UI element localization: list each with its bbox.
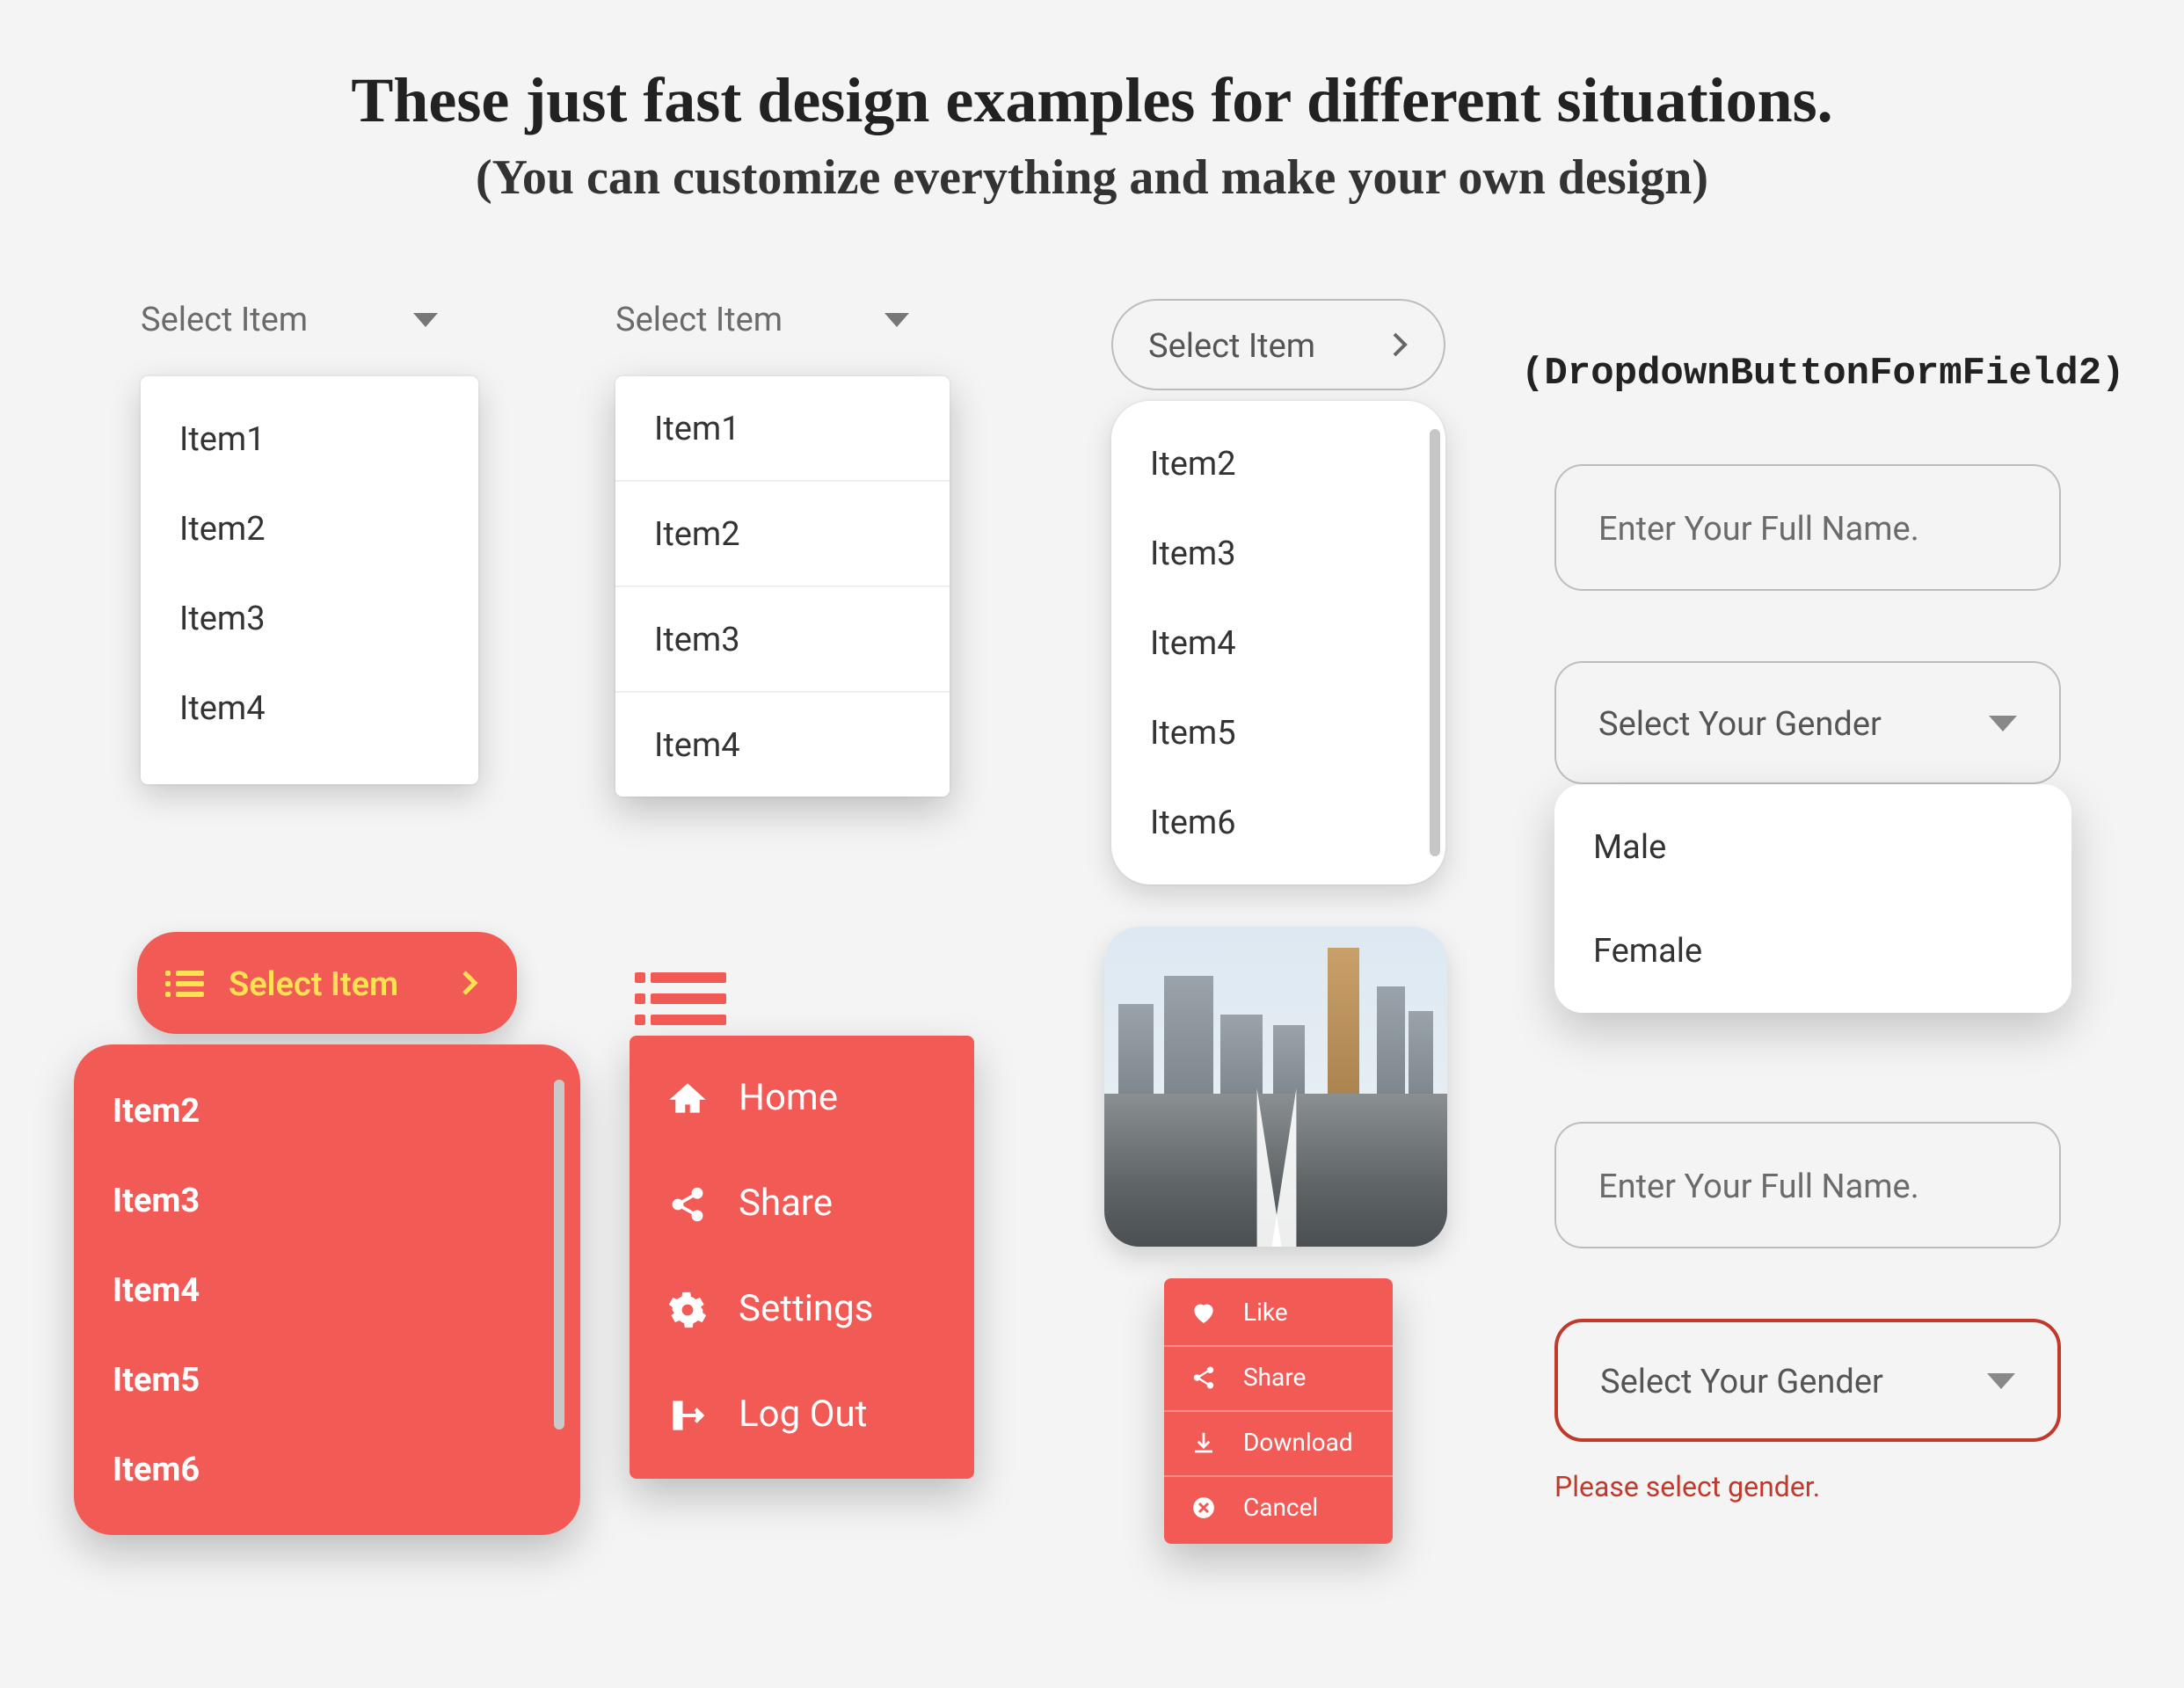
dropdown-pill-placeholder: Select Item <box>1148 324 1315 365</box>
chevron-down-icon <box>1987 1372 2015 1388</box>
context-item-label: Cancel <box>1243 1495 1318 1523</box>
chevron-right-icon <box>1391 331 1409 359</box>
chevron-down-icon <box>885 312 909 326</box>
full-name-input[interactable]: Enter Your Full Name. <box>1554 1122 2061 1248</box>
gender-select[interactable]: Select Your Gender <box>1554 661 2061 784</box>
dropdown-item[interactable]: Item5 <box>1111 688 1445 777</box>
menu-item-label: Home <box>739 1078 838 1120</box>
cancel-icon <box>1190 1495 1219 1523</box>
gender-select-menu: Male Female <box>1554 784 2071 1013</box>
dropdown-item[interactable]: Item3 <box>615 587 950 693</box>
menu-item-label: Share <box>739 1183 833 1226</box>
dropdown-item[interactable]: Item6 <box>74 1424 580 1514</box>
dropdown-divided-placeholder: Select Item <box>615 299 783 339</box>
city-image[interactable] <box>1104 927 1447 1247</box>
context-item-download[interactable]: Download <box>1164 1412 1393 1477</box>
menu-item-logout[interactable]: Log Out <box>630 1363 974 1468</box>
page-heading: These just fast design examples for diff… <box>0 0 2184 207</box>
dropdown-item[interactable]: Item3 <box>1111 508 1445 598</box>
menu-item-share[interactable]: Share <box>630 1152 974 1257</box>
dropdown-item[interactable]: Item4 <box>615 693 950 797</box>
list-icon <box>176 964 204 1001</box>
context-item-label: Like <box>1243 1299 1288 1328</box>
gear-icon <box>668 1291 707 1329</box>
gender-select-placeholder: Select Your Gender <box>1600 1360 1883 1401</box>
dropdown-red-pill-menu: Item2 Item3 Item4 Item5 Item6 <box>74 1044 580 1535</box>
chevron-right-icon <box>461 969 478 997</box>
dropdown-red-pill-trigger[interactable]: Select Item <box>137 932 517 1034</box>
dropdown-item[interactable]: Item2 <box>1111 418 1445 508</box>
dropdown-divided-menu: Item1 Item2 Item3 Item4 <box>615 376 950 797</box>
dropdown-item[interactable]: Item4 <box>74 1245 580 1335</box>
logout-icon <box>668 1396 707 1435</box>
context-item-label: Share <box>1243 1364 1306 1393</box>
menu-item-label: Log Out <box>739 1394 867 1437</box>
dropdown-item[interactable]: Item6 <box>1111 777 1445 867</box>
download-icon <box>1190 1430 1219 1458</box>
full-name-input[interactable]: Enter Your Full Name. <box>1554 464 2061 591</box>
dropdown-item[interactable]: Item2 <box>74 1066 580 1155</box>
menu-item-home[interactable]: Home <box>630 1046 974 1152</box>
heading-title: These just fast design examples for diff… <box>0 63 2184 137</box>
dropdown-item[interactable]: Item1 <box>141 394 478 484</box>
validation-message: Please select gender. <box>1554 1470 2061 1503</box>
chevron-down-icon <box>1989 715 2017 731</box>
menu-item-label: Settings <box>739 1289 873 1331</box>
dropdown-item[interactable]: Item2 <box>615 482 950 587</box>
dropdown-pill-menu: Item2 Item3 Item4 Item5 Item6 <box>1111 401 1445 884</box>
heart-icon <box>1190 1299 1219 1328</box>
gender-option-female[interactable]: Female <box>1554 899 2071 1002</box>
dropdown-item[interactable]: Item3 <box>74 1155 580 1245</box>
share-icon <box>1190 1364 1219 1393</box>
image-context-menu: Like Share Download Cancel <box>1104 927 1447 1512</box>
context-item-like[interactable]: Like <box>1164 1282 1393 1347</box>
context-item-share[interactable]: Share <box>1164 1347 1393 1412</box>
form-example-error: Enter Your Full Name. Select Your Gender… <box>1554 1122 2061 1503</box>
form-example-open: Enter Your Full Name. Select Your Gender… <box>1554 464 2061 1013</box>
dropdown-item[interactable]: Item2 <box>141 484 478 573</box>
dropdown-divided: Select Item Item1 Item2 Item3 Item4 <box>615 299 909 339</box>
gender-option-male[interactable]: Male <box>1554 795 2071 899</box>
dropdown-basic-trigger[interactable]: Select Item <box>141 299 438 339</box>
dropdown-basic-placeholder: Select Item <box>141 299 308 339</box>
dropdown-pill: Select Item Item2 Item3 Item4 Item5 Item… <box>1111 299 1445 390</box>
context-item-label: Download <box>1243 1430 1353 1458</box>
menu-item-settings[interactable]: Settings <box>630 1257 974 1363</box>
context-item-cancel[interactable]: Cancel <box>1164 1477 1393 1540</box>
hamburger-menu: Home Share Settings Log Out <box>630 962 974 1479</box>
dropdown-item[interactable]: Item1 <box>615 376 950 482</box>
home-icon <box>668 1080 707 1118</box>
dropdown-item[interactable]: Item4 <box>1111 598 1445 688</box>
share-icon <box>668 1185 707 1224</box>
gender-select-error[interactable]: Select Your Gender <box>1554 1319 2061 1442</box>
dropdown-divided-trigger[interactable]: Select Item <box>615 299 909 339</box>
full-name-placeholder: Enter Your Full Name. <box>1598 1165 1919 1205</box>
dropdown-red-pill: Select Item Item2 Item3 Item4 Item5 Item… <box>74 932 580 1535</box>
dropdown-item[interactable]: Item3 <box>141 573 478 663</box>
dropdown-item[interactable]: Item5 <box>74 1335 580 1424</box>
chevron-down-icon <box>413 312 438 326</box>
form-field-title: (DropdownButtonFormField2) <box>1521 352 2125 396</box>
full-name-placeholder: Enter Your Full Name. <box>1598 507 1919 548</box>
scrollbar[interactable] <box>554 1080 564 1430</box>
gender-select-placeholder: Select Your Gender <box>1598 702 1882 743</box>
scrollbar[interactable] <box>1430 429 1440 856</box>
dropdown-pill-trigger[interactable]: Select Item <box>1111 299 1445 390</box>
dropdown-basic: Select Item Item1 Item2 Item3 Item4 <box>141 299 438 339</box>
heading-subtitle: (You can customize everything and make y… <box>0 151 2184 207</box>
dropdown-item[interactable]: Item4 <box>141 663 478 753</box>
dropdown-red-pill-label: Select Item <box>229 963 398 1003</box>
dropdown-basic-menu: Item1 Item2 Item3 Item4 <box>141 376 478 784</box>
context-menu-panel: Like Share Download Cancel <box>1164 1278 1393 1544</box>
hamburger-icon[interactable] <box>651 972 974 1025</box>
hamburger-menu-panel: Home Share Settings Log Out <box>630 1036 974 1479</box>
